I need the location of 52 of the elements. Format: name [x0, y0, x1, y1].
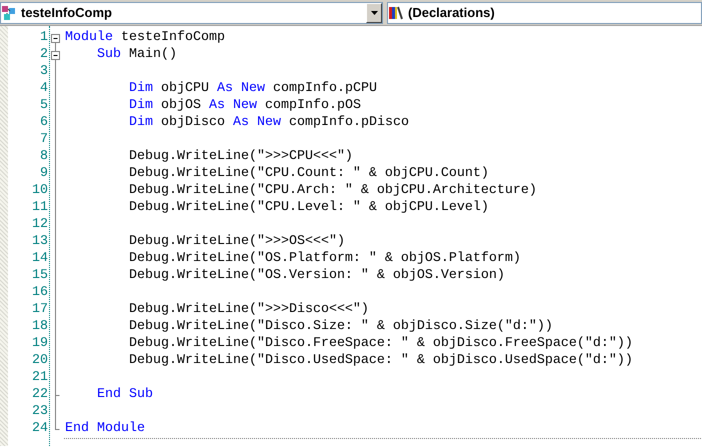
code-line: Dim objDisco As New compInfo.pDisco — [128, 115, 410, 132]
line-number: 3 — [39, 64, 49, 81]
code-line: End Module — [65, 421, 146, 438]
line-number: 23 — [31, 404, 49, 421]
line-number: 20 — [31, 353, 49, 370]
line-number: 24 — [31, 421, 49, 438]
line-number: 17 — [31, 302, 49, 319]
line-number: 9 — [39, 166, 49, 183]
class-icon — [1, 4, 17, 20]
line-number: 14 — [31, 251, 49, 268]
line-number: 2 — [39, 47, 49, 64]
code-line: Dim objOS As New compInfo.pOS — [128, 98, 362, 115]
line-number: 1 — [39, 30, 49, 47]
line-number: 11 — [31, 200, 49, 217]
line-number: 13 — [31, 234, 49, 251]
code-line: Module testeInfoComp — [65, 30, 226, 47]
code-line: End Sub — [96, 387, 154, 404]
class-dropdown[interactable]: testeInfoComp — [0, 2, 383, 24]
line-number: 22 — [31, 387, 49, 404]
code-line: Debug.WriteLine("CPU.Count: " & objCPU.Count) — [128, 166, 490, 183]
line-number: 4 — [39, 81, 49, 98]
dropdown-button[interactable] — [366, 2, 382, 22]
code-line: Debug.WriteLine("OS.Platform: " & objOS.Platform) — [128, 251, 522, 268]
code-line: Debug.WriteLine("Disco.FreeSpace: " & objDisco.FreeSpace("d:")) — [128, 336, 634, 353]
code-line: Dim objCPU As New compInfo.pCPU — [128, 81, 378, 98]
line-number: 5 — [39, 98, 49, 115]
line-number: 8 — [39, 149, 49, 166]
line-number: 15 — [31, 268, 49, 285]
line-number: 10 — [31, 183, 49, 200]
code-line: Debug.WriteLine(">>>CPU<<<") — [128, 149, 354, 166]
collapse-icon[interactable] — [51, 51, 60, 60]
line-number: 6 — [39, 115, 49, 132]
books-icon — [388, 4, 404, 20]
code-line: Debug.WriteLine("Disco.Size: " & objDisco.Size("d:")) — [128, 319, 554, 336]
line-number: 12 — [31, 217, 49, 234]
code-line: Debug.WriteLine("CPU.Arch: " & objCPU.Architecture) — [128, 183, 538, 200]
method-dropdown[interactable]: (Declarations) — [387, 2, 702, 24]
line-number: 18 — [31, 319, 49, 336]
code-line: Debug.WriteLine(">>>OS<<<") — [128, 234, 346, 251]
method-name: (Declarations) — [408, 5, 495, 20]
code-line: Debug.WriteLine(">>>Disco<<<") — [128, 302, 370, 319]
line-number: 7 — [39, 132, 49, 149]
line-number: 19 — [31, 336, 49, 353]
code-line: Sub Main() — [96, 47, 178, 64]
code-line: Debug.WriteLine("OS.Version: " & objOS.Version) — [128, 268, 506, 285]
collapse-icon[interactable] — [51, 34, 60, 43]
code-line: Debug.WriteLine("Disco.UsedSpace: " & objDisco.UsedSpace("d:")) — [128, 353, 634, 370]
caret-icon — [370, 10, 378, 14]
line-number: 21 — [31, 370, 49, 387]
code-line: Debug.WriteLine("CPU.Level: " & objCPU.Level) — [128, 200, 490, 217]
line-number: 16 — [31, 285, 49, 302]
class-name: testeInfoComp — [21, 5, 113, 20]
